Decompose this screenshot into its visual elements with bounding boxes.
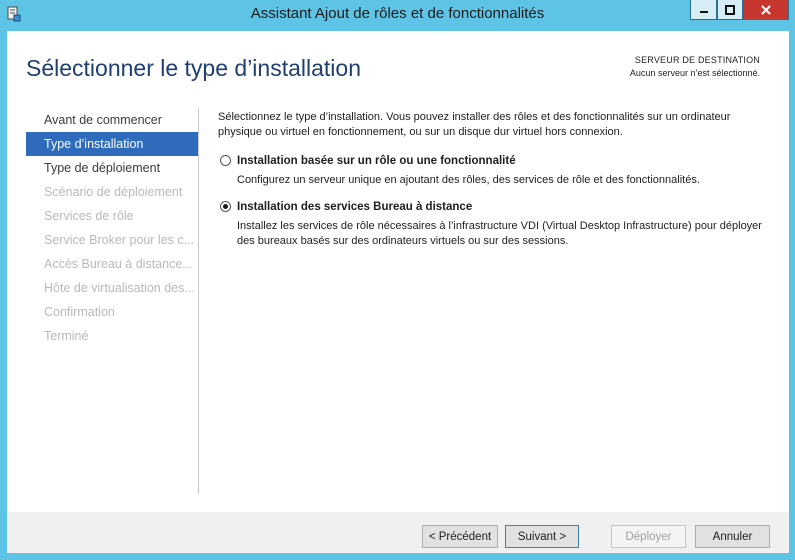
wizard-body: Sélectionner le type d’installation SERV… bbox=[7, 31, 789, 553]
nav-item-hote-virtualisation: Hôte de virtualisation des... bbox=[44, 281, 195, 295]
nav-item-termine: Terminé bbox=[44, 329, 89, 343]
wizard-steps-nav: Avant de commencer Type d’installation T… bbox=[26, 108, 198, 348]
option-role-based-title: Installation basée sur un rôle ou une fo… bbox=[237, 155, 516, 167]
nav-divider bbox=[198, 108, 199, 494]
option-remote-desktop[interactable]: Installation des services Bureau à dista… bbox=[218, 200, 763, 249]
option-role-based[interactable]: Installation basée sur un rôle ou une fo… bbox=[218, 154, 763, 188]
close-icon bbox=[761, 4, 771, 15]
nav-item-service-broker: Service Broker pour les c... bbox=[44, 233, 195, 247]
destination-value: Aucun serveur n’est sélectionné. bbox=[629, 68, 760, 78]
nav-item-type-installation[interactable]: Type d’installation bbox=[26, 132, 198, 156]
window-title: Assistant Ajout de rôles et de fonctionn… bbox=[250, 5, 545, 22]
option-role-based-description: Configurez un serveur unique en ajoutant… bbox=[237, 174, 700, 186]
option-remote-desktop-title: Installation des services Bureau à dista… bbox=[237, 201, 473, 213]
page-title: Sélectionner le type d’installation bbox=[26, 55, 361, 81]
nav-item-scenario-deploiement: Scénario de déploiement bbox=[44, 185, 183, 199]
maximize-button[interactable] bbox=[717, 0, 743, 20]
maximize-icon bbox=[725, 4, 735, 15]
installation-type-panel: Sélectionnez le type d’installation. Vou… bbox=[218, 110, 763, 249]
destination-server-info: SERVEUR DE DESTINATION Aucun serveur n’e… bbox=[630, 55, 760, 78]
nav-item-type-deploiement[interactable]: Type de déploiement bbox=[26, 156, 198, 180]
radio-role-based[interactable] bbox=[220, 155, 231, 166]
minimize-button[interactable] bbox=[690, 0, 717, 20]
minimize-icon bbox=[699, 10, 708, 13]
nav-item-services-de-role: Services de rôle bbox=[44, 209, 134, 223]
previous-button[interactable]: < Précédent bbox=[422, 525, 498, 548]
nav-item-acces-bureau: Accès Bureau à distance... bbox=[44, 257, 193, 271]
option-remote-desktop-description: Installez les services de rôle nécessair… bbox=[237, 220, 762, 247]
title-bar: Assistant Ajout de rôles et de fonctionn… bbox=[0, 0, 795, 30]
destination-label: SERVEUR DE DESTINATION bbox=[634, 55, 760, 65]
deploy-button: Déployer bbox=[611, 525, 686, 548]
close-button[interactable] bbox=[743, 0, 789, 20]
radio-remote-desktop[interactable] bbox=[220, 201, 231, 212]
nav-item-avant-de-commencer[interactable]: Avant de commencer bbox=[26, 108, 198, 132]
next-button[interactable]: Suivant > bbox=[505, 525, 579, 548]
cancel-button[interactable]: Annuler bbox=[695, 525, 770, 548]
intro-text: Sélectionnez le type d’installation. Vou… bbox=[218, 111, 731, 138]
wizard-footer: < Précédent Suivant > Déployer Annuler bbox=[7, 512, 789, 553]
nav-item-confirmation: Confirmation bbox=[44, 305, 115, 319]
